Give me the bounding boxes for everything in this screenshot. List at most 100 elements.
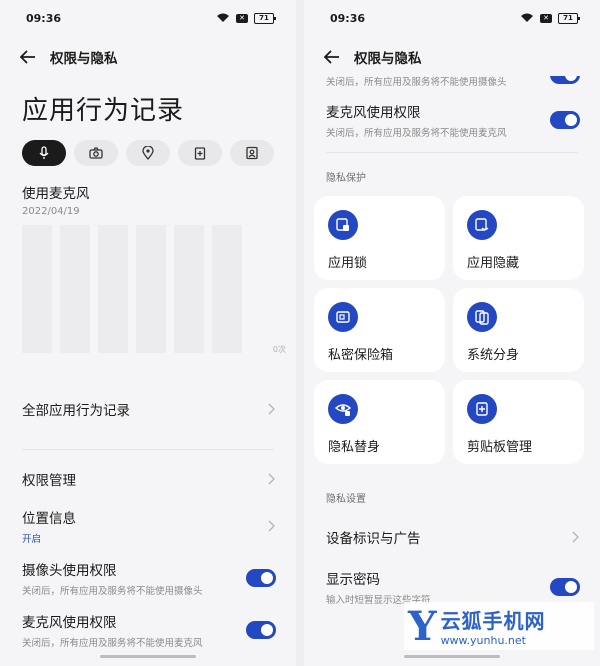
camera-permission-row: 摄像头使用权限 关闭后，所有应用及服务将不能使用摄像头 xyxy=(0,558,296,598)
clipboard-manage-icon xyxy=(467,394,497,424)
privacy-settings-header: 隐私设置 xyxy=(326,494,366,505)
nav-title: 权限与隐私 xyxy=(354,51,422,67)
wifi-icon xyxy=(216,13,230,23)
chart-column xyxy=(22,225,52,353)
chip-contacts[interactable] xyxy=(230,140,274,166)
left-screen: 09:36 ✕ 71 权限与隐私 应用行为记录 使用麦克风 2022/04/19… xyxy=(0,0,296,666)
status-time: 09:36 xyxy=(330,11,366,25)
nfc-icon: ✕ xyxy=(540,13,552,23)
privacy-mask-icon xyxy=(328,394,358,424)
privacy-protect-header: 隐私保护 xyxy=(326,173,366,184)
card-label: 剪贴板管理 xyxy=(467,440,533,455)
chart-column xyxy=(98,225,128,353)
show-password-label: 显示密码 xyxy=(326,572,380,588)
perm-manage-row[interactable]: 权限管理 xyxy=(0,464,296,494)
wifi-icon xyxy=(520,13,534,23)
card-label: 应用锁 xyxy=(328,256,368,271)
location-label: 位置信息 xyxy=(22,511,76,527)
card-privacy-mask[interactable]: 隐私替身 xyxy=(314,380,445,464)
watermark-url: www.yunhu.net xyxy=(440,634,526,647)
chevron-right-icon xyxy=(572,531,579,543)
chart-column xyxy=(60,225,90,353)
card-app-hide[interactable]: 应用隐藏 xyxy=(453,196,584,280)
page-title: 应用行为记录 xyxy=(22,96,185,126)
location-icon xyxy=(142,146,154,160)
card-clipboard-manage[interactable]: 剪贴板管理 xyxy=(453,380,584,464)
battery-icon: 71 xyxy=(254,12,276,24)
microphone-icon xyxy=(39,146,49,159)
show-password-toggle[interactable] xyxy=(550,578,580,596)
safe-box-icon xyxy=(328,302,358,332)
divider xyxy=(326,152,578,153)
camera-permission-label: 摄像头使用权限 xyxy=(22,563,117,579)
mic-permission-row: 麦克风使用权限 关闭后，所有应用及服务将不能使用麦克风 xyxy=(0,610,296,650)
section-date: 2022/04/19 xyxy=(22,206,80,217)
section-title: 使用麦克风 xyxy=(22,186,90,202)
app-hide-icon xyxy=(467,210,497,240)
all-records-row[interactable]: 全部应用行为记录 xyxy=(0,391,296,427)
camera-toggle[interactable] xyxy=(550,76,580,84)
battery-icon: 71 xyxy=(558,12,580,24)
mic-permission-label: 麦克风使用权限 xyxy=(22,615,117,631)
chip-camera[interactable] xyxy=(74,140,118,166)
nav-bar: 权限与隐私 xyxy=(304,36,600,78)
mic-permission-row: 麦克风使用权限 关闭后，所有应用及服务将不能使用麦克风 xyxy=(304,100,600,140)
home-indicator[interactable] xyxy=(100,655,196,658)
watermark: Y 云狐手机网 www.yunhu.net xyxy=(404,602,594,650)
camera-icon xyxy=(89,147,103,159)
mic-toggle[interactable] xyxy=(246,621,276,639)
location-status: 开启 xyxy=(22,534,42,545)
usage-chart: 0次 xyxy=(22,225,286,354)
back-arrow-icon[interactable] xyxy=(324,50,340,64)
app-lock-icon xyxy=(328,210,358,240)
chevron-right-icon xyxy=(268,473,275,485)
contacts-icon xyxy=(246,146,258,160)
chart-column xyxy=(136,225,166,353)
chevron-right-icon xyxy=(268,520,275,532)
home-indicator[interactable] xyxy=(404,655,500,658)
chip-microphone[interactable] xyxy=(22,140,66,166)
system-clone-icon xyxy=(467,302,497,332)
card-label: 隐私替身 xyxy=(328,440,381,455)
watermark-brand: 云狐手机网 xyxy=(440,609,546,633)
location-row[interactable]: 位置信息 开启 xyxy=(0,506,296,546)
status-bar: 09:36 ✕ 71 xyxy=(0,0,296,36)
mic-permission-desc: 关闭后，所有应用及服务将不能使用麦克风 xyxy=(22,638,203,649)
watermark-logo-letter: Y xyxy=(408,602,437,650)
mic-permission-label: 麦克风使用权限 xyxy=(326,105,421,121)
show-password-row: 显示密码 输入时短暂显示这些字符 xyxy=(304,567,600,607)
privacy-cards-grid: 应用锁 应用隐藏 私密保险箱 系统分身 隐私替身 剪贴板管理 xyxy=(304,196,600,464)
camera-permission-row-partial: 关闭后，所有应用及服务将不能使用摄像头 xyxy=(304,76,600,86)
card-safe-box[interactable]: 私密保险箱 xyxy=(314,288,445,372)
right-screen: 09:36 ✕ 71 权限与隐私 关闭后，所有应用及服务将不能使用摄像头 麦克风… xyxy=(304,0,600,666)
clipboard-icon xyxy=(194,147,206,160)
mic-permission-desc: 关闭后，所有应用及服务将不能使用麦克风 xyxy=(326,128,507,139)
mic-toggle[interactable] xyxy=(550,111,580,129)
chart-column xyxy=(174,225,204,353)
device-id-ads-row[interactable]: 设备标识与广告 xyxy=(304,519,600,555)
card-label: 系统分身 xyxy=(467,348,520,363)
divider xyxy=(22,449,274,450)
nav-bar: 权限与隐私 xyxy=(0,36,296,78)
perm-manage-label: 权限管理 xyxy=(22,473,76,489)
chip-location[interactable] xyxy=(126,140,170,166)
nfc-icon: ✕ xyxy=(236,13,248,23)
chevron-right-icon xyxy=(268,403,275,415)
camera-permission-desc: 关闭后，所有应用及服务将不能使用摄像头 xyxy=(326,77,507,86)
card-system-clone[interactable]: 系统分身 xyxy=(453,288,584,372)
camera-permission-desc: 关闭后，所有应用及服务将不能使用摄像头 xyxy=(22,586,203,597)
card-label: 私密保险箱 xyxy=(328,348,394,363)
card-app-lock[interactable]: 应用锁 xyxy=(314,196,445,280)
chip-clipboard[interactable] xyxy=(178,140,222,166)
filter-chips xyxy=(0,140,296,166)
all-records-label: 全部应用行为记录 xyxy=(22,403,130,419)
chart-column xyxy=(212,225,242,353)
device-id-ads-label: 设备标识与广告 xyxy=(326,531,421,547)
nav-title: 权限与隐私 xyxy=(50,51,118,67)
chart-y-label: 0次 xyxy=(272,345,286,354)
card-label: 应用隐藏 xyxy=(467,256,520,271)
camera-toggle[interactable] xyxy=(246,569,276,587)
status-bar: 09:36 ✕ 71 xyxy=(304,0,600,36)
status-time: 09:36 xyxy=(26,11,62,25)
back-arrow-icon[interactable] xyxy=(20,50,36,64)
